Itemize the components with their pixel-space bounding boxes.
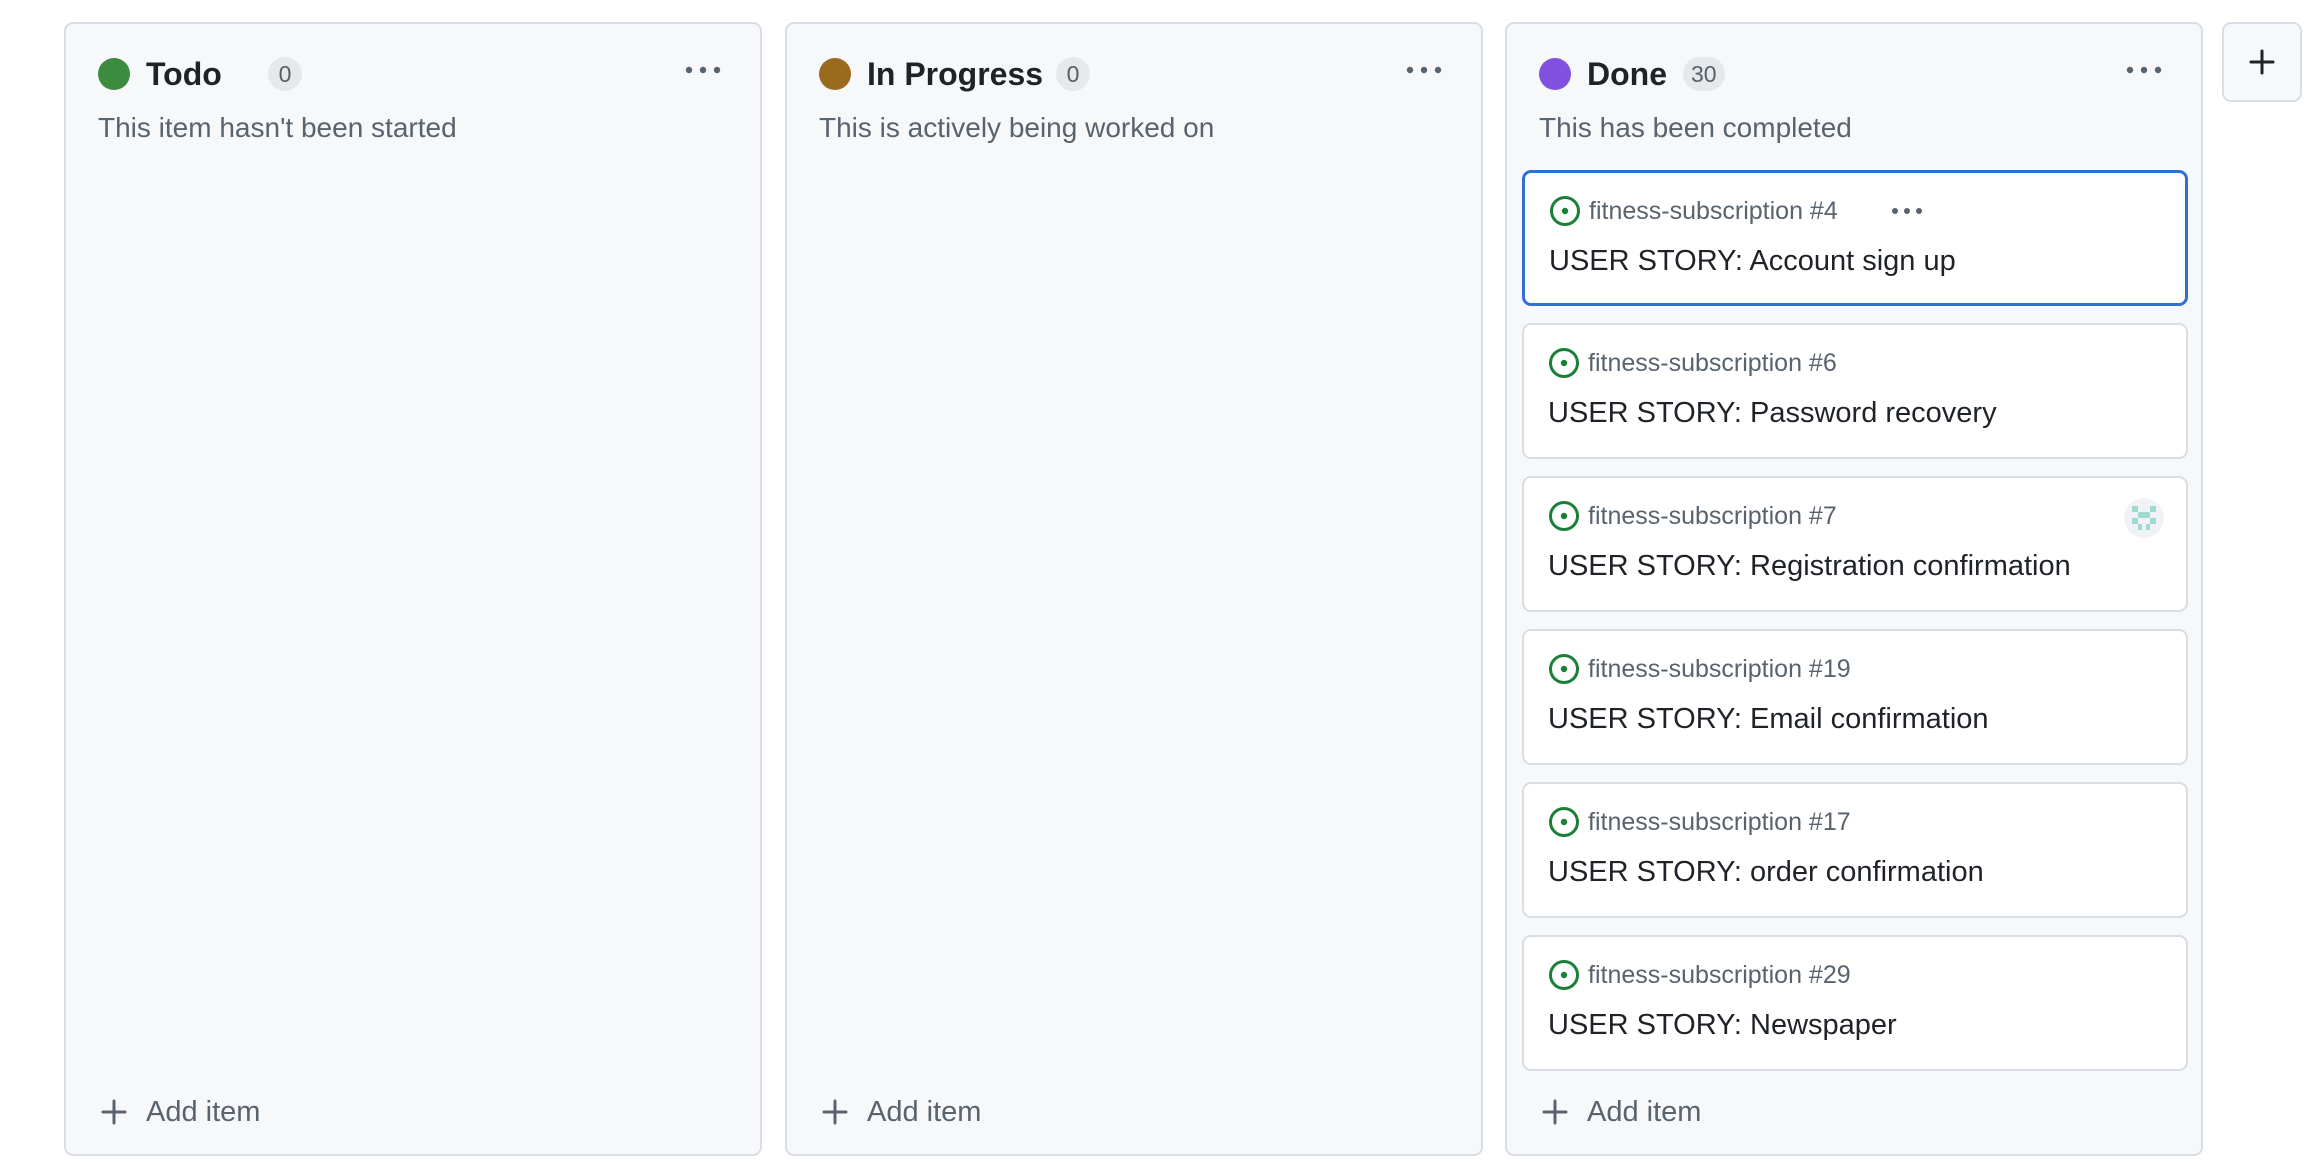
card-repo-link[interactable]: fitness-subscription #17	[1588, 804, 1851, 840]
status-dot-icon	[98, 58, 130, 90]
card-repo-link[interactable]: fitness-subscription #6	[1588, 345, 1837, 381]
column-menu-button[interactable]	[2121, 52, 2167, 88]
issue-open-icon	[1549, 654, 1579, 684]
card-repo-link[interactable]: fitness-subscription #19	[1588, 651, 1851, 687]
column-header: Done 30	[1539, 54, 2175, 98]
kebab-horizontal-icon	[685, 66, 721, 74]
issue-open-icon	[1549, 807, 1579, 837]
card-repo-link[interactable]: fitness-subscription #4	[1589, 193, 1838, 229]
issue-open-icon	[1550, 196, 1580, 226]
count-badge: 0	[1056, 57, 1090, 91]
column-title: Todo	[146, 56, 222, 92]
card-title[interactable]: USER STORY: Registration confirmation	[1548, 546, 2071, 586]
card-item[interactable]: fitness-subscription #6 USER STORY: Pass…	[1522, 323, 2188, 459]
identicon-icon	[2132, 506, 2156, 530]
card-title[interactable]: USER STORY: Email confirmation	[1548, 699, 1989, 739]
add-item-label: Add item	[146, 1096, 261, 1128]
card-title[interactable]: USER STORY: Password recovery	[1548, 393, 1997, 433]
kebab-horizontal-icon	[2126, 66, 2162, 74]
column-menu-button[interactable]	[680, 52, 726, 88]
avatar-icon[interactable]	[2124, 498, 2164, 538]
add-column-button[interactable]	[2222, 22, 2302, 102]
column-todo: Todo 0 This item hasn't been started Add…	[64, 22, 762, 1156]
column-description: This has been completed	[1539, 112, 1852, 143]
status-dot-icon	[819, 58, 851, 90]
card-title[interactable]: USER STORY: Newspaper	[1548, 1005, 1897, 1045]
column-description: This is actively being worked on	[819, 112, 1215, 143]
card-item[interactable]: fitness-subscription #19 USER STORY: Ema…	[1522, 629, 2188, 765]
issue-open-icon	[1549, 348, 1579, 378]
card-item[interactable]: fitness-subscription #4 USER STORY: Acco…	[1522, 170, 2188, 306]
card-title[interactable]: USER STORY: Account sign up	[1549, 241, 1956, 281]
add-item-label: Add item	[1587, 1096, 1702, 1128]
column-description: This item hasn't been started	[98, 112, 457, 143]
column-title: Done	[1587, 56, 1667, 92]
column-header: In Progress 0	[819, 54, 1455, 98]
plus-icon	[101, 1099, 127, 1125]
count-badge: 30	[1683, 57, 1725, 91]
card-menu-button[interactable]	[1889, 193, 1925, 229]
kebab-horizontal-icon	[1892, 208, 1922, 214]
card-repo-link[interactable]: fitness-subscription #29	[1588, 957, 1851, 993]
column-header: Todo 0	[98, 54, 734, 98]
card-item[interactable]: fitness-subscription #7 USER STORY: Regi…	[1522, 476, 2188, 612]
issue-open-icon	[1549, 960, 1579, 990]
column-done: Done 30 This has been completed fitness-…	[1505, 22, 2203, 1156]
card-item[interactable]: fitness-subscription #29 USER STORY: New…	[1522, 935, 2188, 1071]
card-list: fitness-subscription #4 USER STORY: Acco…	[1522, 170, 2188, 1088]
kebab-horizontal-icon	[1406, 66, 1442, 74]
column-in-progress: In Progress 0 This is actively being wor…	[785, 22, 1483, 1156]
issue-open-icon	[1549, 501, 1579, 531]
plus-icon	[822, 1099, 848, 1125]
status-dot-icon	[1539, 58, 1571, 90]
plus-icon	[1542, 1099, 1568, 1125]
column-title: In Progress	[867, 56, 1044, 92]
count-badge: 0	[268, 57, 302, 91]
column-menu-button[interactable]	[1401, 52, 1447, 88]
card-repo-link[interactable]: fitness-subscription #7	[1588, 498, 1837, 534]
card-title[interactable]: USER STORY: order confirmation	[1548, 852, 1984, 892]
add-item-label: Add item	[867, 1096, 982, 1128]
plus-icon	[2249, 49, 2275, 75]
card-item[interactable]: fitness-subscription #17 USER STORY: ord…	[1522, 782, 2188, 918]
